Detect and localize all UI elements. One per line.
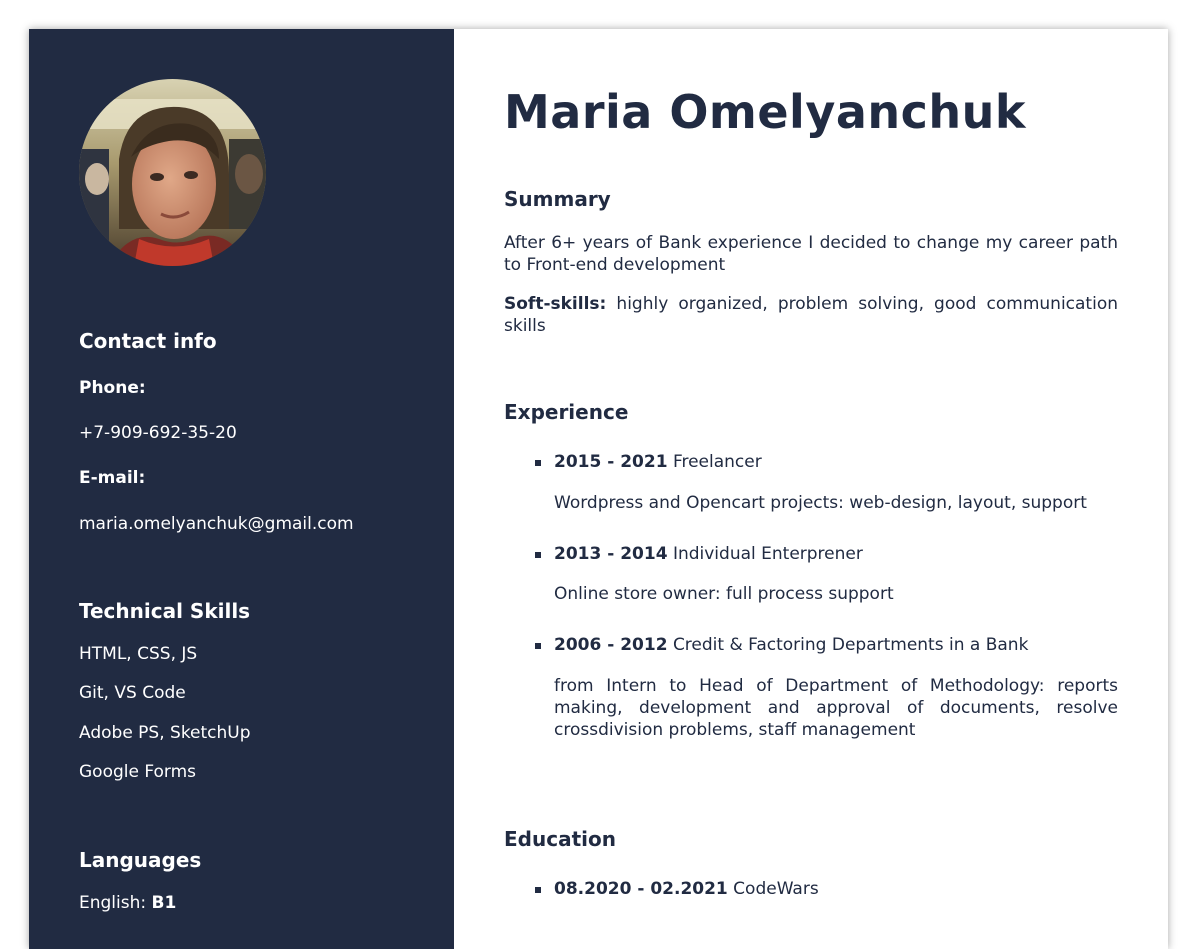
sidebar: Contact info Phone: +7-909-692-35-20 E-m… (29, 29, 454, 949)
profile-photo (79, 79, 266, 266)
experience-heading: Experience (504, 400, 629, 424)
experience-role: Freelancer (672, 452, 762, 472)
main-content: Maria Omelyanchuk Summary After 6+ years… (454, 29, 1168, 949)
profile-photo-image (79, 79, 266, 266)
soft-skills-text: Soft-skills: highly organized, problem s… (504, 293, 1118, 337)
experience-description: Online store owner: full process support (554, 584, 894, 604)
bullet-icon (535, 552, 541, 558)
experience-description: Wordpress and Opencart projects: web-des… (554, 493, 1087, 513)
skill-item: Adobe PS, SketchUp (79, 723, 251, 743)
resume-page: Contact info Phone: +7-909-692-35-20 E-m… (29, 29, 1168, 949)
education-period: 08.2020 - 02.2021 (554, 879, 728, 899)
experience-role: Individual Enterprener (672, 544, 863, 564)
bullet-icon (535, 887, 541, 893)
education-heading: Education (504, 827, 616, 851)
languages-heading: Languages (79, 848, 202, 872)
summary-text: After 6+ years of Bank experience I deci… (504, 233, 1118, 275)
language-item-english: English: B1 (79, 893, 176, 913)
phone-value[interactable]: +7-909-692-35-20 (79, 423, 237, 443)
person-name: Maria Omelyanchuk (504, 85, 1026, 139)
soft-skills-label: Soft-skills: (504, 294, 607, 314)
experience-period: 2006 - 2012 (554, 635, 668, 655)
contact-heading: Contact info (79, 329, 217, 353)
experience-item-title: 2006 - 2012 Credit & Factoring Departmen… (535, 635, 1029, 655)
skill-item: Google Forms (79, 762, 197, 782)
language-name: English: (79, 893, 147, 913)
experience-item-title: 2015 - 2021 Freelancer (535, 452, 762, 472)
summary-heading: Summary (504, 187, 611, 211)
phone-label: Phone: (79, 378, 146, 398)
education-name: CodeWars (733, 879, 819, 899)
email-label: E-mail: (79, 468, 146, 488)
skill-item: HTML, CSS, JS (79, 644, 198, 664)
language-level: B1 (151, 893, 177, 913)
bullet-icon (535, 643, 541, 649)
email-link[interactable]: maria.omelyanchuk@gmail.com (79, 514, 354, 534)
experience-period: 2013 - 2014 (554, 544, 668, 564)
education-item-title: 08.2020 - 02.2021 CodeWars (535, 879, 819, 899)
experience-item-title: 2013 - 2014 Individual Enterprener (535, 544, 863, 564)
skill-item: Git, VS Code (79, 683, 186, 703)
experience-description: from Intern to Head of Department of Met… (554, 676, 1118, 740)
experience-role: Credit & Factoring Departments in a Bank (672, 635, 1029, 655)
skills-heading: Technical Skills (79, 599, 251, 623)
bullet-icon (535, 460, 541, 466)
experience-period: 2015 - 2021 (554, 452, 668, 472)
